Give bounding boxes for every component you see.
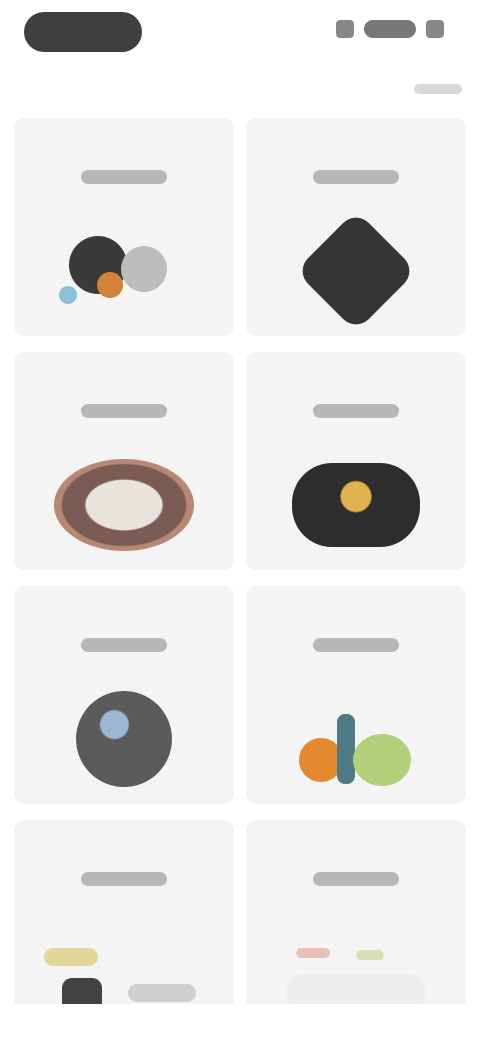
product-image <box>49 684 199 794</box>
product-title <box>81 638 167 652</box>
header-actions <box>336 20 444 38</box>
product-card[interactable] <box>14 586 234 804</box>
product-title <box>313 170 399 184</box>
product-card[interactable] <box>246 352 466 570</box>
product-image <box>281 450 431 560</box>
product-card[interactable] <box>14 118 234 336</box>
product-title <box>81 872 167 886</box>
product-card[interactable] <box>14 352 234 570</box>
product-title <box>313 404 399 418</box>
product-image <box>281 210 431 332</box>
product-grid <box>14 118 466 1040</box>
notification-icon[interactable] <box>336 20 354 38</box>
product-image <box>49 450 199 560</box>
product-card[interactable] <box>246 118 466 336</box>
top-header <box>0 0 480 70</box>
menu-icon[interactable] <box>426 20 444 38</box>
product-title <box>313 638 399 652</box>
account-chip[interactable] <box>364 20 416 38</box>
product-card[interactable] <box>246 586 466 804</box>
product-image <box>281 684 431 794</box>
bottom-spacer <box>0 1004 480 1040</box>
product-title <box>313 872 399 886</box>
product-title <box>81 404 167 418</box>
product-title <box>81 170 167 184</box>
app-logo-pill[interactable] <box>24 12 142 52</box>
product-image <box>49 216 199 326</box>
sort-filter-control[interactable] <box>414 84 462 94</box>
